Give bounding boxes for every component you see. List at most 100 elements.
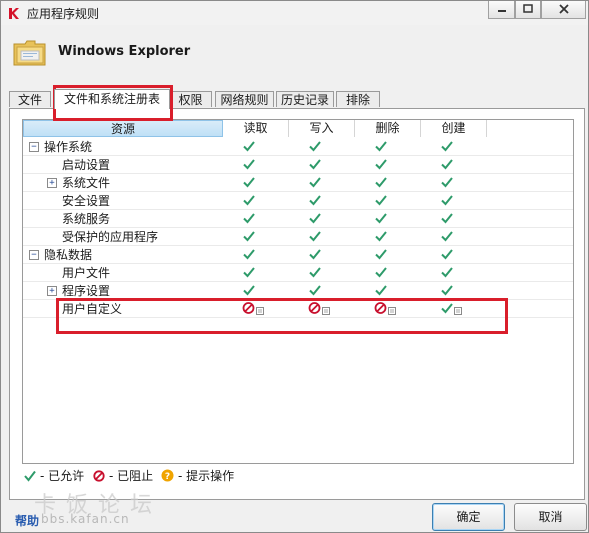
allowed-check-icon [441,213,453,224]
row-label: 隐私数据 [44,248,93,262]
column-header-delete[interactable]: 删除 [355,120,421,137]
permission-cell-delete[interactable] [374,301,402,317]
row-label: 启动设置 [62,158,111,172]
permission-cell-create[interactable] [440,229,468,245]
permission-cell-create[interactable] [440,157,468,173]
table-row[interactable]: 受保护的应用程序 [23,228,573,246]
allowed-check-icon [243,249,255,260]
log-icon [322,307,330,315]
permission-cell-read[interactable] [242,211,270,227]
allowed-check-icon [243,231,255,242]
permission-cell-read[interactable] [242,283,270,299]
permission-cell-read[interactable] [242,157,270,173]
permission-cell-delete[interactable] [374,139,402,155]
table-row[interactable]: − 隐私数据 [23,246,573,264]
window-title: 应用程序规则 [27,7,100,21]
row-label: 操作系统 [44,140,93,154]
row-label: 系统服务 [62,212,111,226]
tab-exclusions[interactable]: 排除 [336,91,380,107]
allowed-check-icon [309,249,321,260]
table-row[interactable]: 用户文件 [23,264,573,282]
permission-cell-delete[interactable] [374,283,402,299]
permission-cell-create[interactable] [440,265,468,281]
table-row[interactable]: + 程序设置 [23,282,573,300]
table-row[interactable]: 安全设置 [23,192,573,210]
allowed-check-icon [309,267,321,278]
permission-cell-delete[interactable] [374,229,402,245]
column-header-write[interactable]: 写入 [289,120,355,137]
minimize-button[interactable] [488,1,515,19]
permission-cell-create[interactable] [440,283,468,299]
permission-cell-create[interactable] [440,247,468,263]
collapse-icon[interactable]: − [29,250,39,260]
allowed-check-icon [441,159,453,170]
ok-button[interactable]: 确定 [432,503,505,531]
permission-cell-create[interactable] [440,175,468,191]
table-row[interactable]: + 系统文件 [23,174,573,192]
allowed-check-icon [309,213,321,224]
permission-cell-write[interactable] [308,301,336,317]
permission-cell-delete[interactable] [374,265,402,281]
cancel-button[interactable]: 取消 [514,503,587,531]
permission-cell-read[interactable] [242,247,270,263]
permission-cell-write[interactable] [308,247,336,263]
permission-cell-read[interactable] [242,175,270,191]
tab-files[interactable]: 文件 [9,91,51,107]
permission-cell-delete[interactable] [374,211,402,227]
expand-icon[interactable]: + [47,178,57,188]
allowed-check-icon [243,285,255,296]
permission-cell-write[interactable] [308,211,336,227]
permission-cell-delete[interactable] [374,157,402,173]
permission-cell-create[interactable] [440,139,468,155]
permission-cell-write[interactable] [308,193,336,209]
permission-cell-write[interactable] [308,265,336,281]
table-row[interactable]: 启动设置 [23,156,573,174]
tab-files-and-registry[interactable]: 文件和系统注册表 [54,89,170,109]
permission-cell-create[interactable] [440,301,468,317]
tab-network-rules[interactable]: 网络规则 [215,91,274,107]
tab-permissions[interactable]: 权限 [169,91,212,107]
collapse-icon[interactable]: − [29,142,39,152]
permission-cell-read[interactable] [242,265,270,281]
column-header-read[interactable]: 读取 [223,120,289,137]
allowed-check-icon [375,285,387,296]
row-label: 程序设置 [62,284,111,298]
row-label: 用户文件 [62,266,111,280]
allowed-check-icon [375,159,387,170]
allowed-check-icon [375,195,387,206]
permission-cell-read[interactable] [242,139,270,155]
prompt-icon: ? [161,469,174,482]
tab-history[interactable]: 历史记录 [276,91,334,107]
permission-cell-read[interactable] [242,301,270,317]
maximize-button[interactable] [515,1,541,19]
allowed-check-icon [24,470,36,482]
permission-cell-write[interactable] [308,229,336,245]
permission-cell-write[interactable] [308,139,336,155]
table-row[interactable]: − 操作系统 [23,138,573,156]
log-icon [256,307,264,315]
permission-cell-read[interactable] [242,229,270,245]
help-link[interactable]: 帮助 [15,512,39,529]
permission-cell-delete[interactable] [374,247,402,263]
close-button[interactable] [541,1,586,19]
permission-cell-read[interactable] [242,193,270,209]
allowed-check-icon [243,213,255,224]
allowed-check-icon [309,177,321,188]
allowed-check-icon [309,195,321,206]
permission-cell-create[interactable] [440,211,468,227]
allowed-check-icon [375,249,387,260]
legend-allowed: - 已允许 [40,469,85,483]
allowed-check-icon [243,159,255,170]
table-row[interactable]: 用户自定义 [23,300,573,318]
permission-cell-write[interactable] [308,283,336,299]
expand-icon[interactable]: + [47,286,57,296]
permission-cell-write[interactable] [308,157,336,173]
column-header-create[interactable]: 创建 [421,120,487,137]
allowed-check-icon [441,177,453,188]
permission-cell-write[interactable] [308,175,336,191]
permission-cell-create[interactable] [440,193,468,209]
permission-cell-delete[interactable] [374,193,402,209]
permission-cell-delete[interactable] [374,175,402,191]
table-row[interactable]: 系统服务 [23,210,573,228]
column-header-resource[interactable]: 资源 [23,120,223,137]
